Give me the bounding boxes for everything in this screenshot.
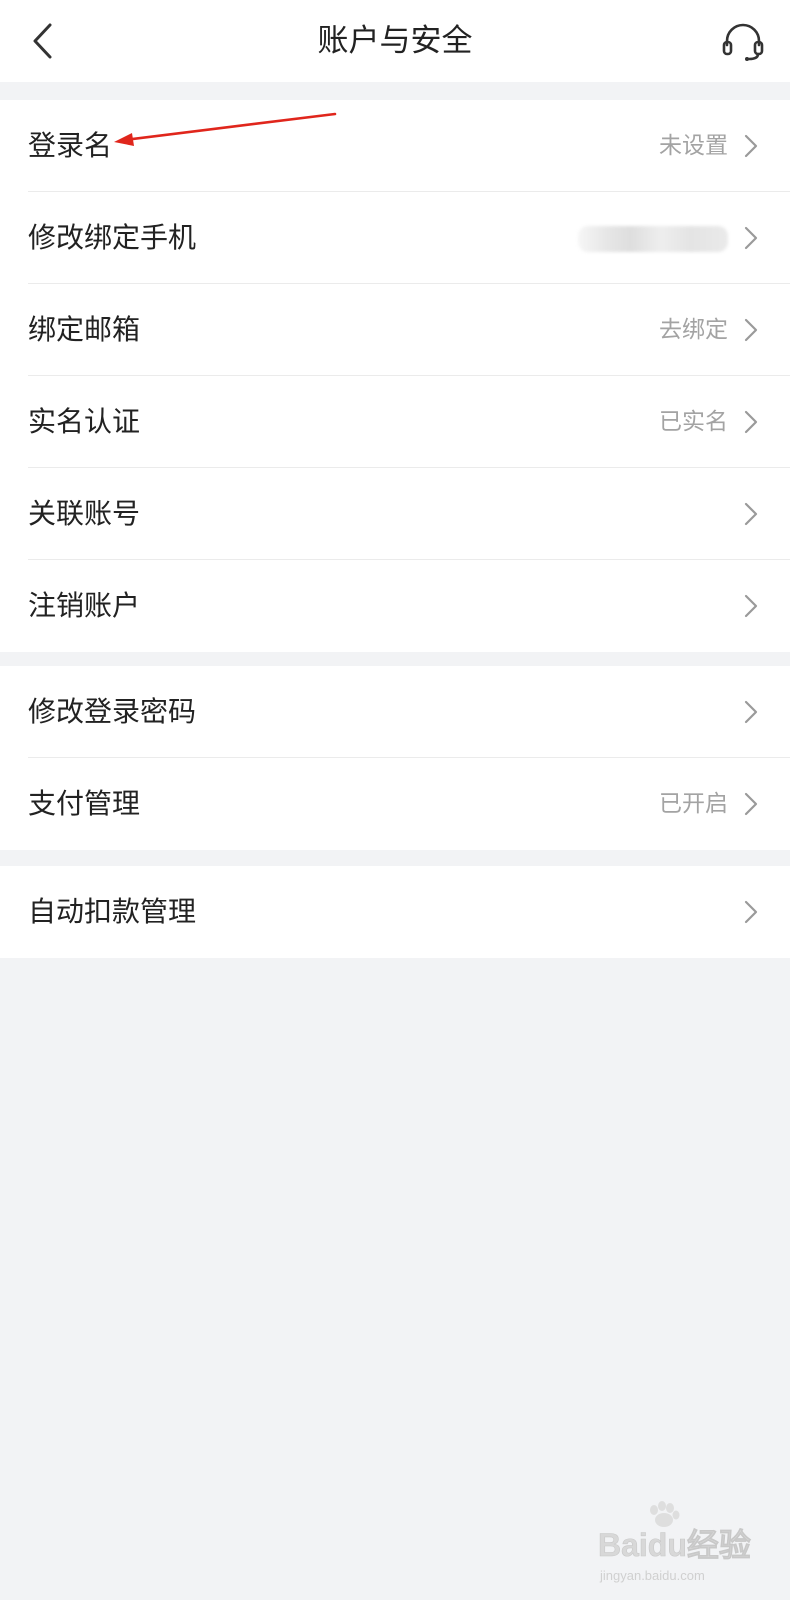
- row-label: 修改登录密码: [28, 695, 197, 728]
- phone-number-blurred: [578, 226, 728, 252]
- row-label: 自动扣款管理: [28, 895, 197, 928]
- row-label: 注销账户: [28, 589, 141, 622]
- row-value: 已实名: [659, 409, 728, 435]
- chevron-right-icon: [744, 318, 758, 342]
- headset-icon: [722, 23, 764, 61]
- chevron-right-icon: [744, 594, 758, 618]
- row-value: 未设置: [659, 133, 728, 159]
- login-name-row[interactable]: 登录名 未设置: [0, 100, 790, 192]
- bind-email-row[interactable]: 绑定邮箱 去绑定: [0, 284, 790, 376]
- linked-accounts-row[interactable]: 关联账号: [0, 468, 790, 560]
- baidu-jingyan-watermark: Baidu经验 jingyan.baidu.com: [598, 1501, 751, 1583]
- svg-text:jingyan.baidu.com: jingyan.baidu.com: [599, 1568, 705, 1583]
- row-value: 已开启: [659, 791, 728, 817]
- change-bound-phone-row[interactable]: 修改绑定手机: [0, 192, 790, 284]
- settings-group-account: 登录名 未设置 修改绑定手机 绑定邮箱 去绑定 实名认证 已实名 关联账号 注销…: [0, 100, 790, 652]
- row-label: 修改绑定手机: [28, 221, 197, 254]
- settings-group-auto-deduct: 自动扣款管理: [0, 866, 790, 958]
- row-label: 实名认证: [28, 405, 141, 438]
- payment-management-row[interactable]: 支付管理 已开启: [0, 758, 790, 850]
- row-label: 关联账号: [28, 497, 141, 530]
- page-title: 账户与安全: [317, 23, 473, 59]
- row-label: 登录名: [28, 129, 113, 162]
- cancel-account-row[interactable]: 注销账户: [0, 560, 790, 652]
- chevron-right-icon: [744, 226, 758, 250]
- chevron-right-icon: [744, 502, 758, 526]
- customer-service-button[interactable]: [718, 16, 768, 66]
- chevron-right-icon: [744, 134, 758, 158]
- row-label: 支付管理: [28, 787, 141, 820]
- settings-group-security: 修改登录密码 支付管理 已开启: [0, 666, 790, 850]
- chevron-right-icon: [744, 700, 758, 724]
- real-name-verification-row[interactable]: 实名认证 已实名: [0, 376, 790, 468]
- chevron-right-icon: [744, 900, 758, 924]
- row-value: 去绑定: [659, 317, 728, 343]
- chevron-right-icon: [744, 410, 758, 434]
- auto-deduction-management-row[interactable]: 自动扣款管理: [0, 866, 790, 958]
- nav-bar: 账户与安全: [0, 0, 790, 82]
- chevron-right-icon: [744, 792, 758, 816]
- row-label: 绑定邮箱: [28, 313, 141, 346]
- change-login-password-row[interactable]: 修改登录密码: [0, 666, 790, 758]
- svg-text:Baidu经验: Baidu经验: [598, 1527, 751, 1563]
